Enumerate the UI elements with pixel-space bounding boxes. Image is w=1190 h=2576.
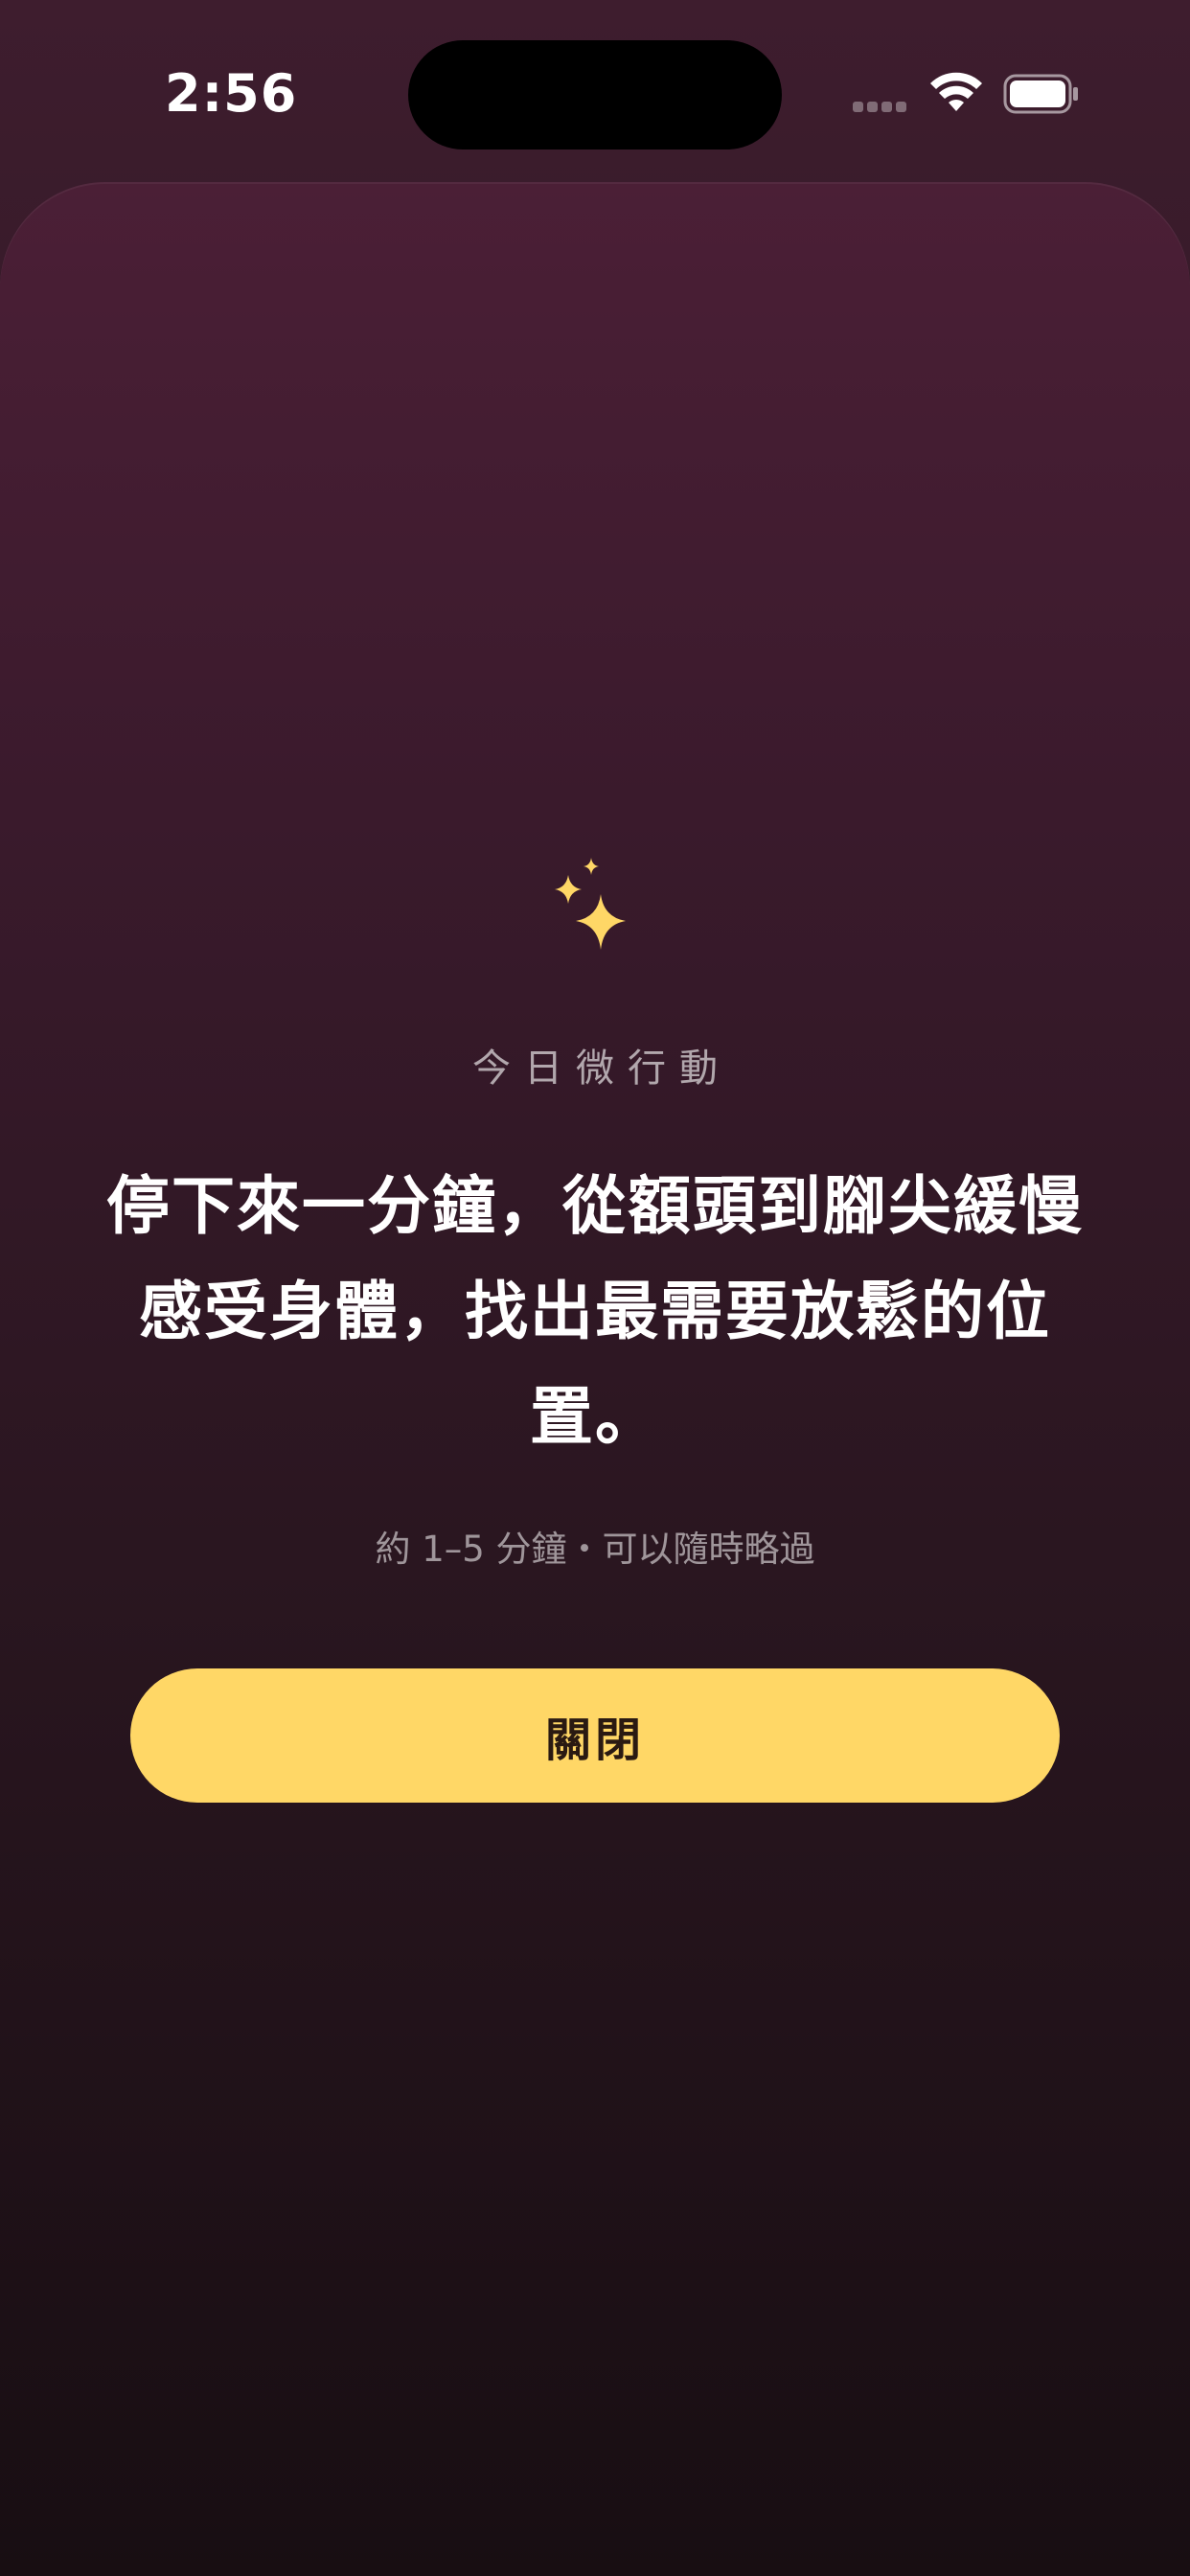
wifi-icon bbox=[930, 72, 982, 111]
battery-icon bbox=[1003, 74, 1078, 114]
duration-note: 約 1–5 分鐘・可以隨時略過 bbox=[375, 1529, 815, 1570]
cellular-signal-icon bbox=[853, 102, 912, 115]
screen: 2:56 今日微行動 停下來一分鐘，從額頭到腳尖緩慢感受身體，找出最需要放鬆的位… bbox=[0, 0, 1190, 2576]
eyebrow-label: 今日微行動 bbox=[472, 1046, 731, 1091]
micro-action-message: 停下來一分鐘，從額頭到腳尖緩慢感受身體，找出最需要放鬆的位置。 bbox=[106, 1169, 1084, 1454]
sparkles-icon bbox=[555, 858, 626, 950]
status-time: 2:56 bbox=[165, 63, 298, 124]
close-button[interactable]: 關閉 bbox=[130, 1668, 1060, 1803]
dynamic-island bbox=[408, 40, 782, 150]
